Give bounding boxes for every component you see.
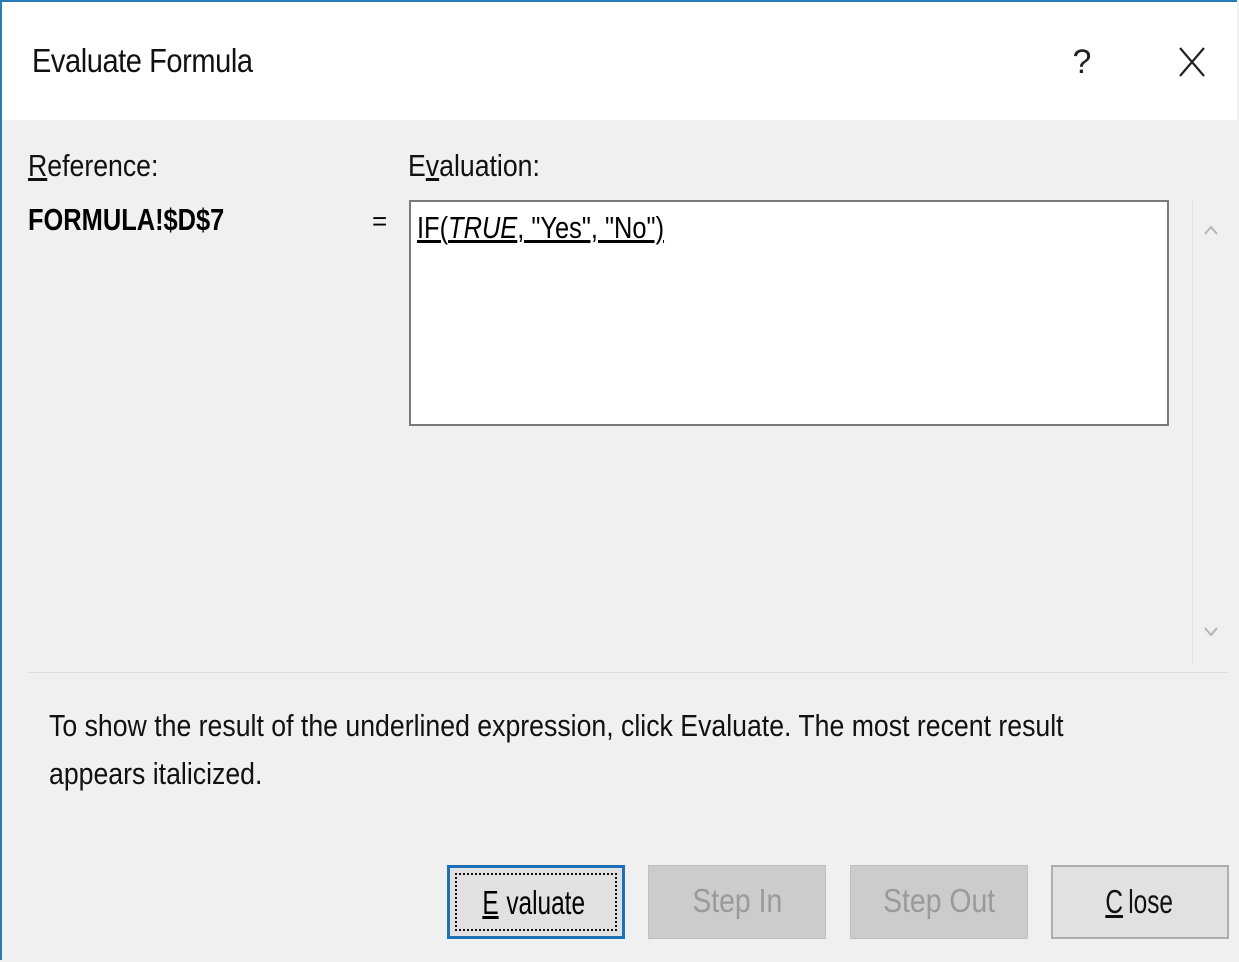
step-in-button[interactable]: Step In (648, 865, 826, 939)
evaluated-result: TRUE (448, 210, 518, 245)
reference-label: Reference: (28, 148, 159, 183)
title-bar: Evaluate Formula ? (2, 2, 1237, 120)
dialog-title: Evaluate Formula (32, 42, 253, 79)
close-icon[interactable] (1162, 32, 1222, 92)
divider (28, 672, 1228, 673)
close-button[interactable]: Close (1051, 865, 1229, 939)
evaluation-scrollbar[interactable] (1192, 200, 1232, 665)
chevron-down-icon[interactable] (1200, 620, 1222, 642)
help-button[interactable]: ? (1057, 32, 1107, 92)
evaluate-button[interactable]: Evaluate (447, 865, 625, 939)
chevron-up-icon[interactable] (1200, 220, 1222, 242)
evaluation-label: Evaluation: (408, 148, 540, 183)
evaluation-expression: IF(TRUE, "Yes", "No") (417, 210, 665, 245)
evaluation-box[interactable]: IF(TRUE, "Yes", "No") (409, 200, 1169, 426)
evaluate-formula-dialog: Evaluate Formula ? Reference: Evaluation… (0, 0, 1237, 960)
reference-value: FORMULA!$D$7 (28, 202, 225, 237)
instructions-text: To show the result of the underlined exp… (49, 708, 1064, 791)
step-out-button[interactable]: Step Out (850, 865, 1028, 939)
scroll-track (1192, 200, 1193, 665)
equals-sign: = (372, 206, 388, 236)
